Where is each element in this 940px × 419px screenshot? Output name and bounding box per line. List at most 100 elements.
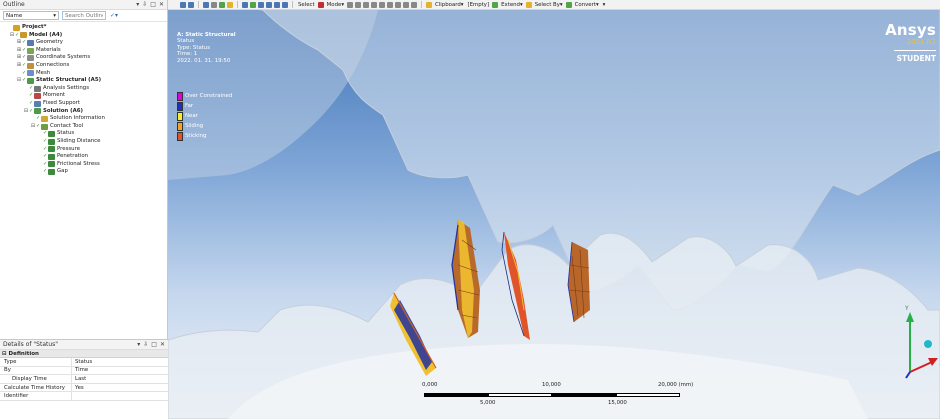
tree-item[interactable]: ✓ Pressure [2,146,165,154]
graphics-viewport[interactable]: A: Static Structural Status Type: Status… [168,10,940,419]
geo-icon [27,39,34,46]
thicken-icon[interactable] [227,1,233,8]
filter-type-select[interactable]: Name ▾ [3,11,59,20]
box-zoom-icon[interactable] [266,1,272,8]
show-vertices-icon[interactable] [203,1,209,8]
select-mode-button[interactable]: Mode▾ [326,2,345,8]
details-key: Calculate Time History [0,383,72,392]
mat-icon [27,47,34,54]
tree-item[interactable]: ⊞ ✓ Materials [2,47,165,55]
select-element-icon[interactable] [395,1,402,8]
tree-item[interactable]: ✓ Frictional Stress [2,161,165,169]
tree-item[interactable]: ✓ Penetration [2,153,165,161]
details-value[interactable] [72,392,168,400]
solution-icon [34,108,41,115]
clipboard-button[interactable]: Clipboard▾ [434,2,464,8]
tree-item[interactable]: ⊟ ✓ Solution (A6) [2,108,165,116]
axis-triad[interactable]: Y [880,300,940,380]
filter-options-icon[interactable]: ✓▾ [109,11,119,20]
pan-icon[interactable] [250,1,256,8]
section-label: Definition [8,350,39,357]
details-row[interactable]: Display Time Last [0,375,168,384]
details-value[interactable]: Status [72,358,168,366]
close-icon[interactable]: ✕ [160,341,165,348]
tree-item-label: Model (A4) [29,31,63,38]
select-by-button[interactable]: Select By▾ [534,2,564,8]
tree-item[interactable]: ✓ Gap [2,168,165,176]
maximize-icon[interactable]: □ [150,1,156,8]
details-row[interactable]: Calculate Time History Yes [0,383,168,393]
zoom-to-fit-icon[interactable] [274,1,280,8]
tree-item[interactable]: ✓ Solution Information [2,115,165,123]
tree-item[interactable]: ✓ Sliding Distance [2,138,165,146]
details-panel: Details of "Status" ▾ ⇩ □ ✕ ⊟ Definition… [0,339,168,419]
pin-icon[interactable]: ⇩ [143,341,148,348]
select-node-icon[interactable] [379,1,386,8]
select-extra-icon[interactable] [411,1,418,8]
legend-entry[interactable]: Sliding [177,121,232,131]
zoom-icon[interactable] [258,1,264,8]
toolbar-overflow-icon[interactable]: ▾ [602,2,607,8]
details-row[interactable]: Identifier [0,392,168,401]
outline-title-bar: Outline ▾ ⇩ □ ✕ [0,0,167,10]
iso-view-ball[interactable] [924,340,932,348]
select-face-icon[interactable] [363,1,370,8]
result-icon [48,169,55,176]
extend-button[interactable]: Extend▾ [500,2,524,8]
details-value[interactable]: Last [72,375,168,383]
tree-item[interactable]: ⊞ ✓ Geometry [2,39,165,47]
search-outline-input[interactable] [62,11,106,20]
tree-item-label: Frictional Stress [57,160,100,167]
zoom-out-icon[interactable] [188,1,194,8]
tree-item[interactable]: ✓ Moment [2,92,165,100]
x-axis-arrowhead [928,358,938,366]
details-value[interactable]: Yes [72,384,168,392]
select-element-face-icon[interactable] [387,1,394,8]
select-body-icon[interactable] [371,1,378,8]
tree-item[interactable]: ✓ Analysis Settings [2,85,165,93]
close-icon[interactable]: ✕ [159,1,164,8]
legend-label: Sticking [185,133,207,139]
legend-entry[interactable]: Over Constrained [177,91,232,101]
result-icon [48,153,55,160]
result-info: A: Static Structural Status Type: Status… [177,32,236,64]
tree-item[interactable]: ⊟ ✓ Model (A4) [2,32,165,40]
magnifier-icon[interactable] [282,1,288,8]
tree-item-label: Penetration [57,153,89,160]
result-icon [48,138,55,145]
maximize-icon[interactable]: □ [151,341,157,348]
gear-model-scene[interactable] [168,10,940,419]
tree-item[interactable]: ⊟ ✓ Static Structural (A5) [2,77,165,85]
panel-menu-icon[interactable]: ▾ [137,341,140,348]
tree-item[interactable]: ⊞ ✓ Coordinate Systems [2,54,165,62]
select-vertex-icon[interactable] [347,1,354,8]
details-value[interactable]: Time [72,367,168,375]
pin-icon[interactable]: ⇩ [142,1,147,8]
tree-item[interactable]: Project* [2,24,165,32]
tree-item[interactable]: ⊞ ✓ Connections [2,62,165,70]
tree-item[interactable]: ⊟ ✓ Contact Tool [2,123,165,131]
status-legend[interactable]: Over Constrained Far Near Sliding Sticking [177,91,232,141]
legend-entry[interactable]: Sticking [177,131,232,141]
tree-item[interactable]: ✓ Mesh [2,70,165,78]
project-icon [13,24,20,31]
select-mesh-icon[interactable] [403,1,410,8]
details-row[interactable]: By Time [0,366,168,376]
result-icon [48,131,55,138]
select-edge-icon[interactable] [355,1,362,8]
edge-coloring-icon[interactable] [219,1,225,8]
convert-button[interactable]: Convert▾ [574,2,600,8]
tree-item[interactable]: ✓ Fixed Support [2,100,165,108]
wireframe-icon[interactable] [211,1,217,8]
zoom-in-icon[interactable] [180,1,186,8]
static-icon [27,77,34,84]
rotate-icon[interactable] [242,1,248,8]
tree-item[interactable]: ✓ Status [2,130,165,138]
legend-entry[interactable]: Near [177,111,232,121]
panel-menu-icon[interactable]: ▾ [136,1,139,8]
details-section-definition[interactable]: ⊟ Definition [0,350,168,358]
details-title: Details of "Status" [3,341,59,348]
select-menu-button[interactable]: Select [297,2,316,8]
details-row[interactable]: Type Status [0,358,168,367]
legend-entry[interactable]: Far [177,101,232,111]
